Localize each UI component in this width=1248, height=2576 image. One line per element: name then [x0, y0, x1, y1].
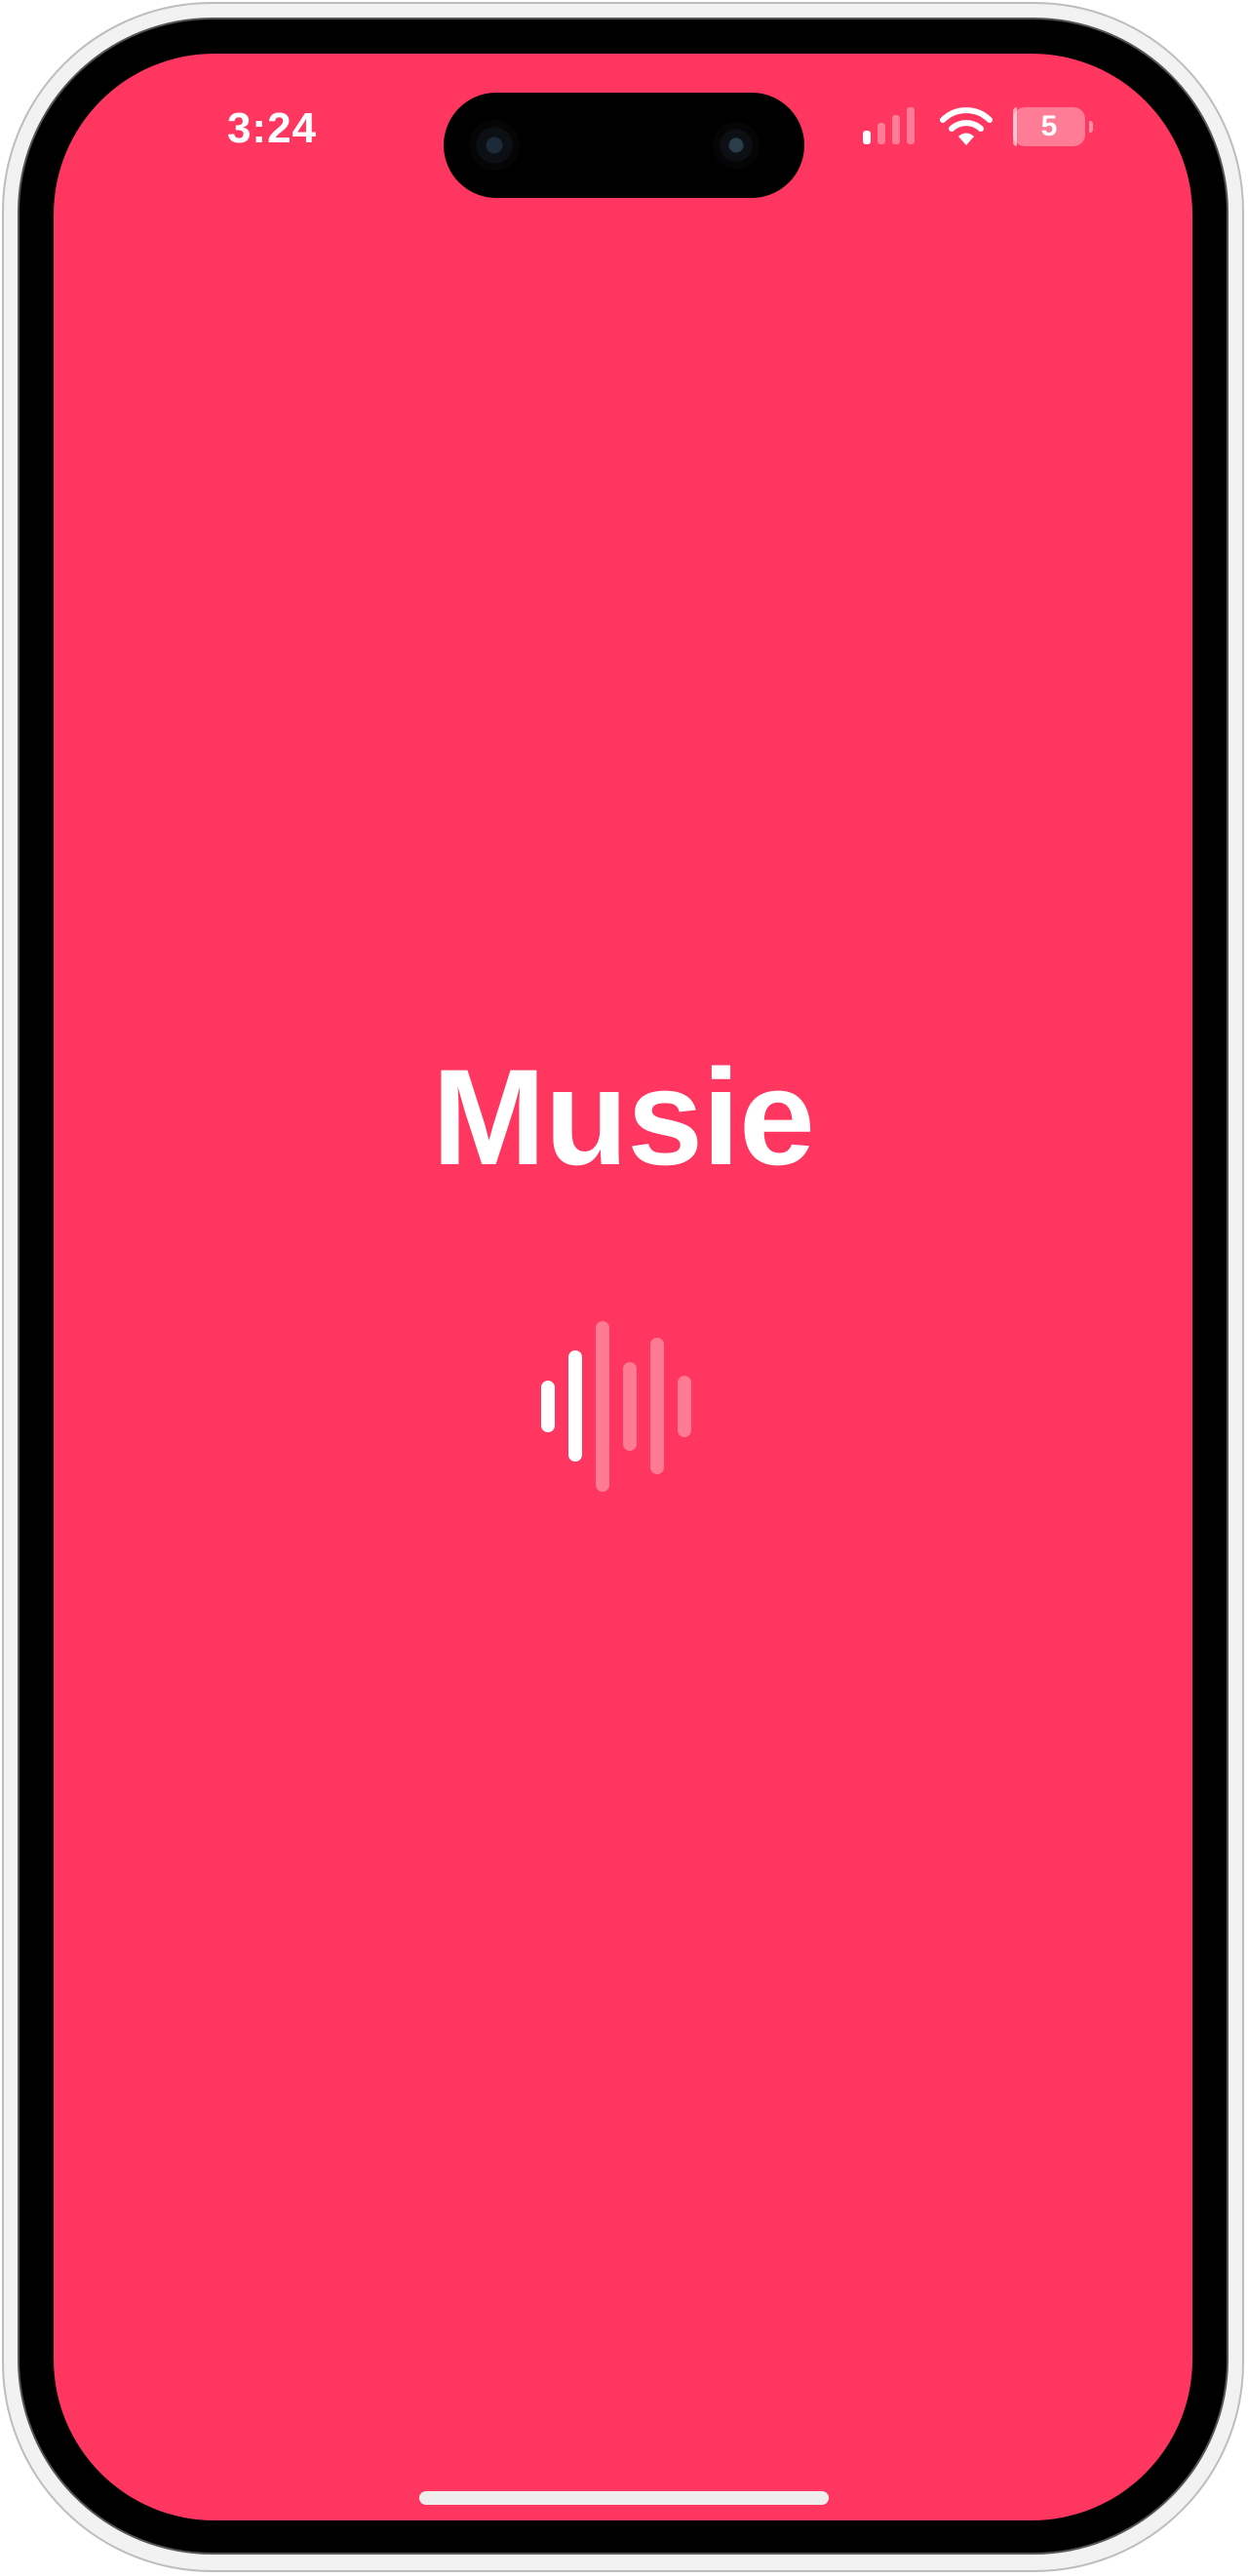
waveform-bar — [650, 1338, 664, 1474]
cellular-signal-icon — [863, 107, 921, 144]
status-time: 3:24 — [226, 104, 318, 152]
splash-screen: 3:24 5 Musie — [54, 54, 1192, 2520]
waveform-bar — [678, 1375, 691, 1437]
signal-bar — [907, 107, 915, 144]
front-camera-icon — [713, 122, 760, 169]
waveform-bar — [568, 1350, 582, 1462]
battery-percentage: 5 — [1040, 110, 1058, 142]
waveform-bar — [596, 1320, 609, 1492]
dynamic-island — [444, 93, 804, 198]
home-indicator[interactable] — [419, 2491, 829, 2505]
signal-bar — [863, 131, 871, 144]
signal-bar — [892, 115, 900, 144]
waveform-bar — [623, 1361, 637, 1451]
app-title: Musie — [432, 1040, 815, 1193]
battery-cap — [1089, 121, 1093, 133]
audio-waveform-icon — [541, 1316, 712, 1497]
status-bar: 3:24 5 — [54, 54, 1192, 200]
camera-sensor-icon — [469, 120, 520, 171]
wifi-icon — [940, 107, 993, 145]
battery-icon: 5 — [1013, 107, 1093, 146]
waveform-bar — [541, 1380, 555, 1432]
signal-bar — [878, 123, 885, 144]
